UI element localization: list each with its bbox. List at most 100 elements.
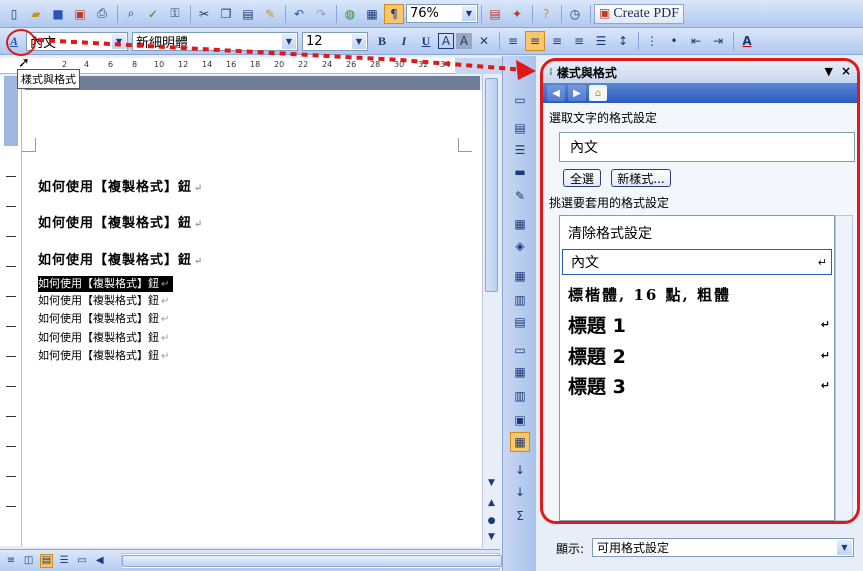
table-autoformat-icon[interactable]: ▦: [510, 432, 530, 452]
font-size-select[interactable]: 12 ▼: [302, 31, 368, 51]
numbering-icon[interactable]: ⋮: [642, 31, 662, 51]
table-icon[interactable]: ▭: [510, 90, 530, 110]
paste-icon[interactable]: ▤: [238, 4, 258, 24]
merge-cells-icon[interactable]: ▥: [510, 290, 530, 310]
new-document-icon[interactable]: ▯: [4, 4, 24, 24]
sort-descending-icon[interactable]: ↓: [510, 482, 530, 502]
chevron-down-icon[interactable]: ▼: [282, 33, 296, 49]
style-item-normal[interactable]: 內文 ↵: [562, 249, 832, 275]
body-line[interactable]: 如何使用【複製格式】鈕 ↵: [38, 330, 169, 346]
heading-line[interactable]: 如何使用【複製格式】鈕 ↵: [38, 249, 203, 268]
align-left-icon[interactable]: ≡: [525, 31, 545, 51]
outline-view-icon[interactable]: ☰: [57, 554, 71, 568]
grip-icon[interactable]: ⁞: [549, 67, 553, 78]
forward-icon[interactable]: ▶: [568, 85, 586, 101]
draw-table-icon[interactable]: ▤: [510, 118, 530, 138]
redo-icon[interactable]: ↷: [311, 4, 331, 24]
character-scaling-icon[interactable]: ✕: [474, 31, 494, 51]
body-line[interactable]: 如何使用【複製格式】鈕 ↵: [38, 311, 169, 327]
chevron-down-icon[interactable]: ▼: [112, 33, 126, 49]
body-line[interactable]: 如何使用【複製格式】鈕 ↵: [38, 293, 169, 309]
reading-layout-icon[interactable]: ▤: [485, 4, 505, 24]
research-icon[interactable]: ⚿: [165, 4, 185, 24]
scrollbar-thumb[interactable]: [485, 78, 498, 292]
reading-view-icon[interactable]: ▭: [75, 554, 89, 568]
show-select[interactable]: 可用格式設定 ▼: [592, 538, 854, 557]
horizontal-scrollbar[interactable]: [120, 552, 502, 569]
style-item-heading-1[interactable]: 標題 1 ↵: [560, 311, 834, 337]
font-color-button[interactable]: A: [737, 31, 757, 51]
distribute-cols-icon[interactable]: ▥: [510, 386, 530, 406]
align-right-icon[interactable]: ≡: [569, 31, 589, 51]
close-icon[interactable]: ×: [841, 64, 851, 78]
insert-table-icon[interactable]: ▦: [510, 266, 530, 286]
document-vertical-scrollbar[interactable]: ▼ ▲ ● ▼: [482, 74, 500, 548]
spelling-icon[interactable]: ✓: [143, 4, 163, 24]
scrollbar-thumb[interactable]: [121, 554, 502, 567]
zoom-select[interactable]: 76% ▼: [406, 4, 478, 23]
web-view-icon[interactable]: ◫: [22, 554, 36, 568]
bullets-icon[interactable]: •: [664, 31, 684, 51]
style-item-kaiti-bold[interactable]: 標楷體, 16 點, 粗體: [560, 282, 834, 306]
next-page-icon[interactable]: ▼: [484, 532, 499, 542]
format-painter-icon[interactable]: ✎: [260, 4, 280, 24]
document-page[interactable]: 如何使用【複製格式】鈕 ↵ 如何使用【複製格式】鈕 ↵ 如何使用【複製格式】鈕 ↵ 如…: [22, 90, 482, 547]
print-preview-icon[interactable]: ⌕: [121, 4, 141, 24]
normal-view-icon[interactable]: ≡: [4, 554, 18, 568]
browse-object-icon[interactable]: ●: [484, 516, 499, 526]
autosum-icon[interactable]: Σ: [510, 506, 530, 526]
open-folder-icon[interactable]: ▰: [26, 4, 46, 24]
line-style-icon[interactable]: ☰: [510, 140, 530, 160]
line-weight-icon[interactable]: ▬: [510, 162, 530, 182]
underline-button[interactable]: U: [416, 31, 436, 51]
current-style-box[interactable]: 內文: [559, 132, 855, 162]
borders-icon[interactable]: ▦: [510, 214, 530, 234]
split-cells-icon[interactable]: ▤: [510, 312, 530, 332]
sort-ascending-icon[interactable]: ↓: [510, 460, 530, 480]
print-icon[interactable]: ⎙: [92, 4, 112, 24]
border-color-icon[interactable]: ✎: [510, 186, 530, 206]
justify-icon[interactable]: ≡: [503, 31, 523, 51]
undo-icon[interactable]: ↶: [289, 4, 309, 24]
line-spacing-icon[interactable]: ↕: [613, 31, 633, 51]
selected-text-line[interactable]: 如何使用【複製格式】鈕 ↵: [38, 276, 174, 292]
previous-page-icon[interactable]: ▲: [484, 498, 499, 508]
style-item-heading-2[interactable]: 標題 2 ↵: [560, 342, 834, 368]
font-select[interactable]: 新細明體 ▼: [132, 31, 298, 51]
bold-button[interactable]: B: [372, 31, 392, 51]
style-item-clear-formatting[interactable]: 清除格式設定: [560, 222, 834, 244]
shading-icon[interactable]: ◈: [510, 236, 530, 256]
home-icon[interactable]: ⌂: [589, 85, 607, 101]
chevron-down-icon[interactable]: ▼: [837, 540, 852, 555]
body-line[interactable]: 如何使用【複製格式】鈕 ↵: [38, 348, 169, 364]
autoformat-icon[interactable]: ▣: [510, 410, 530, 430]
chevron-down-icon[interactable]: ▼: [462, 6, 476, 21]
select-all-button[interactable]: 全選: [563, 169, 601, 187]
back-icon[interactable]: ◀: [547, 85, 565, 101]
clock-icon[interactable]: ◷: [565, 4, 585, 24]
tables-borders-icon[interactable]: ▦: [362, 4, 382, 24]
help-icon[interactable]: ?: [536, 4, 556, 24]
heading-line[interactable]: 如何使用【複製格式】鈕 ↵: [38, 176, 203, 195]
distributed-icon[interactable]: ☰: [591, 31, 611, 51]
scroll-left-icon[interactable]: ◀: [93, 554, 107, 568]
character-border-icon[interactable]: A: [438, 33, 454, 49]
align-cells-icon[interactable]: ▭: [510, 340, 530, 360]
italic-button[interactable]: I: [394, 31, 414, 51]
copy-icon[interactable]: ❐: [216, 4, 236, 24]
show-hide-icon[interactable]: ¶: [384, 3, 404, 24]
scroll-down-icon[interactable]: ▼: [484, 478, 499, 488]
new-style-button[interactable]: 新樣式...: [611, 169, 671, 187]
hyperlink-icon[interactable]: ◍: [340, 4, 360, 24]
style-list-scrollbar[interactable]: [835, 215, 853, 521]
align-center-icon[interactable]: ≡: [547, 31, 567, 51]
cut-icon[interactable]: ✂: [194, 4, 214, 24]
distribute-rows-icon[interactable]: ▦: [510, 362, 530, 382]
save-icon[interactable]: ■: [48, 4, 68, 24]
chevron-down-icon[interactable]: ▼: [352, 33, 366, 49]
style-item-heading-3[interactable]: 標題 3 ↵: [560, 372, 834, 398]
style-select[interactable]: 內文 ▼: [26, 31, 128, 51]
print-layout-icon[interactable]: ▤: [39, 553, 54, 568]
create-pdf-button[interactable]: ▣ Create PDF: [594, 3, 685, 24]
character-shading-icon[interactable]: A: [456, 33, 472, 49]
